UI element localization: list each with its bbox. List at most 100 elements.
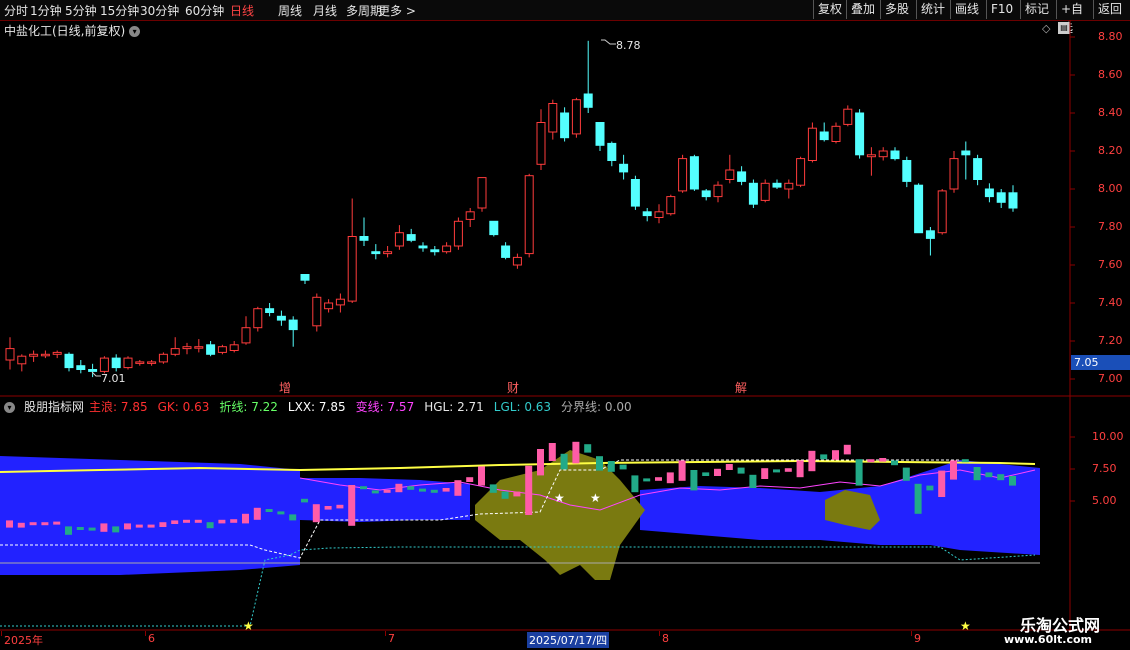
- candle-body: [253, 308, 263, 329]
- candle-body: [158, 353, 168, 363]
- indicator-bar: [596, 456, 603, 471]
- indicator-bar: [867, 459, 875, 463]
- event-marker[interactable]: 解: [735, 381, 747, 395]
- indicator-tick-label: 5.00: [1092, 494, 1117, 507]
- low-pointer: [91, 371, 101, 377]
- candle: [276, 310, 286, 326]
- candle-body: [1008, 192, 1018, 209]
- date-tick: [1, 631, 2, 636]
- candle-body: [182, 346, 192, 350]
- candle: [158, 352, 168, 364]
- candle: [418, 242, 428, 252]
- candle-body: [855, 112, 865, 156]
- indicator-bar: [88, 527, 96, 531]
- price-tick-label: 8.20: [1098, 144, 1123, 157]
- candle-body: [678, 158, 688, 192]
- candle-body: [937, 190, 947, 234]
- candle: [772, 179, 782, 189]
- candle: [453, 217, 463, 250]
- candle: [524, 173, 534, 258]
- candle-body: [442, 245, 452, 253]
- candle: [29, 350, 39, 362]
- indicator-bar: [855, 459, 863, 486]
- indicator-bar: [631, 475, 639, 493]
- candle-body: [784, 182, 794, 190]
- candle: [359, 217, 369, 246]
- candle-body: [430, 249, 440, 253]
- candle: [147, 360, 157, 366]
- indicator-bar: [301, 498, 308, 503]
- date-label: 7: [388, 632, 395, 645]
- candle-body: [630, 179, 640, 207]
- indicator-bar: [702, 472, 710, 476]
- candle-body: [914, 184, 924, 234]
- event-marker[interactable]: 增: [279, 381, 291, 395]
- low-price-label: 7.01: [101, 372, 126, 385]
- candle: [229, 341, 239, 353]
- price-tick-label: 8.80: [1098, 30, 1123, 43]
- candle-body: [194, 346, 204, 349]
- indicator-bar: [997, 474, 1005, 481]
- candle-body: [725, 169, 735, 180]
- indicator-value-number: 7.85: [120, 400, 148, 414]
- candle: [442, 242, 452, 254]
- candle-body: [52, 351, 62, 355]
- indicator-bar: [466, 477, 474, 482]
- candle-body: [229, 344, 239, 351]
- candle: [217, 344, 227, 355]
- candle-body: [902, 160, 912, 182]
- candle-body: [595, 122, 605, 146]
- indicator-bar: [430, 489, 438, 493]
- price-tick-label: 8.40: [1098, 106, 1123, 119]
- candle: [430, 246, 440, 256]
- candle-body: [64, 353, 74, 369]
- indicator-bar: [242, 513, 249, 524]
- candle: [182, 342, 192, 355]
- indicator-bar: [749, 474, 757, 488]
- candle: [701, 189, 711, 201]
- indicator-value-label: 变线:: [355, 400, 388, 414]
- candle-body: [111, 357, 121, 369]
- candle-body: [973, 158, 983, 181]
- indicator-value-number: 0.63: [182, 400, 210, 414]
- high-pointer: [601, 39, 616, 45]
- candle: [843, 105, 853, 127]
- indicator-name[interactable]: 股朋指标网: [24, 400, 84, 414]
- event-marker[interactable]: 财: [507, 381, 519, 395]
- indicator-bar: [230, 519, 238, 523]
- candle-body: [689, 156, 699, 190]
- indicator-bar: [690, 470, 698, 491]
- candle: [760, 179, 770, 203]
- candle: [571, 97, 581, 138]
- indicator-value-label: LXX:: [287, 400, 319, 414]
- candle: [855, 109, 865, 159]
- indicator-bar: [891, 460, 898, 466]
- indicator-value-4: 变线: 7.57: [356, 400, 420, 414]
- candle-body: [501, 245, 511, 258]
- candle: [40, 350, 50, 359]
- price-tick-label: 8.60: [1098, 68, 1123, 81]
- candle-body: [560, 112, 570, 139]
- indicator-value-number: 7.57: [387, 400, 415, 414]
- price-tick-label: 8.00: [1098, 182, 1123, 195]
- indicator-bar: [171, 520, 179, 524]
- indicator-bar: [206, 522, 214, 529]
- indicator-collapse-icon[interactable]: ▾: [4, 402, 15, 413]
- candle-body: [996, 192, 1006, 203]
- indicator-bar: [619, 464, 627, 470]
- indicator-bar: [336, 504, 344, 509]
- indicator-bar: [655, 477, 662, 481]
- candle-body: [276, 315, 286, 321]
- date-tick: [659, 631, 660, 636]
- candle: [241, 316, 251, 345]
- candle: [548, 99, 558, 140]
- date-label: 8: [662, 632, 669, 645]
- price-tick-label: 7.20: [1098, 334, 1123, 347]
- candle-body: [760, 182, 770, 201]
- indicator-bar: [737, 467, 745, 474]
- price-axis: [1070, 36, 1075, 380]
- indicator-bar: [289, 514, 297, 521]
- candle: [170, 337, 180, 357]
- high-price-label: 8.78: [616, 39, 641, 52]
- indicator-bar: [218, 519, 226, 524]
